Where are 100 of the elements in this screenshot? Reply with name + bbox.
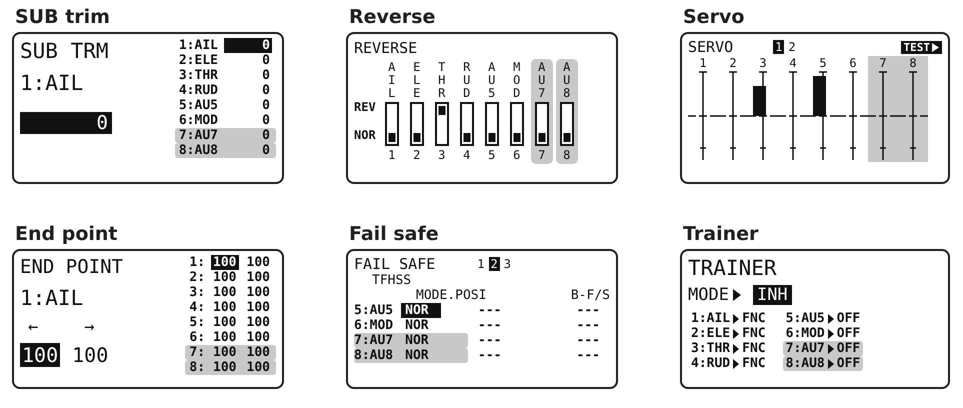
channel-value: OFF (836, 356, 860, 371)
channel-label: 8:AU8 (354, 348, 394, 363)
channel-row[interactable]: 3:THR 0 (174, 68, 276, 83)
channel-number: 8 (909, 56, 917, 70)
reverse-switch[interactable] (560, 102, 574, 146)
channel-value: 0 (261, 113, 271, 128)
channel-label: 1:AIL (691, 311, 730, 326)
mode-value[interactable]: NOR (401, 348, 441, 363)
channel-name: ELE (413, 61, 420, 100)
channel-row[interactable]: 4:RUD FNC (688, 356, 769, 371)
value-display: 100 (20, 343, 60, 367)
channel-value: 0 (261, 83, 271, 98)
channel-row[interactable]: 6:MOD 0 (174, 113, 276, 128)
section-heading: End point (14, 223, 118, 245)
mode-value[interactable]: INH (752, 285, 792, 305)
channel-value: 0 (261, 53, 271, 68)
channel-row[interactable]: 8: 100 100 (185, 360, 276, 375)
page-number[interactable]: 1 (773, 40, 784, 54)
channel-row[interactable]: 2:ELE FNC (688, 326, 769, 341)
channel-row[interactable]: 5: 100 100 (185, 315, 276, 330)
battery-failsafe-value: --- (576, 303, 600, 318)
play-icon (932, 42, 939, 52)
channel-label: 1:AIL (20, 70, 84, 96)
channel-label: 7:AU7 (786, 341, 825, 356)
channel-number: 7 (879, 56, 887, 70)
channel-value: 0 (261, 98, 271, 113)
channel-label: 5:AU5 (786, 311, 825, 326)
channel-value: 0 (261, 68, 271, 83)
channel-value: OFF (836, 326, 860, 341)
reverse-switch[interactable] (384, 102, 399, 146)
channel-value: 100 (212, 315, 238, 330)
channel-label: 7: (189, 345, 206, 360)
channel-value: 100 (211, 255, 239, 270)
channel-row[interactable]: 1: 100 100 (185, 255, 276, 270)
channel-label: 6: (189, 330, 206, 345)
reverse-switch[interactable] (410, 102, 424, 146)
reverse-switch[interactable] (534, 102, 549, 146)
channel-row[interactable]: 5:AU5 0 (174, 98, 276, 113)
nor-label: NOR (354, 128, 376, 142)
reverse-switch[interactable] (510, 102, 524, 146)
channel-value: FNC (742, 341, 766, 356)
channel-value: 100 (246, 345, 271, 360)
channel-row[interactable]: 2: 100 100 (185, 270, 276, 285)
channel-label: 4:RUD (691, 356, 730, 371)
position-value: --- (478, 333, 502, 348)
channel-row[interactable]: 8:AU8 OFF (782, 356, 864, 371)
page-number[interactable]: 1 (475, 257, 487, 271)
channel-label: 8:AU8 (178, 143, 218, 158)
channel-number: 3 (438, 148, 446, 162)
channel-label: 4:RUD (178, 83, 218, 98)
channel-row[interactable]: 3:THR FNC (688, 341, 769, 356)
channel-value: 0 (261, 143, 271, 158)
channel-label: 1:AIL (178, 38, 218, 53)
channel-value: 100 (246, 300, 271, 315)
reverse-switch[interactable] (434, 102, 449, 146)
channel-label: 3:THR (178, 68, 218, 83)
channel-row[interactable]: 7: 100 100 (185, 345, 276, 360)
channel-label: 6:MOD (178, 113, 218, 128)
channel-row[interactable]: 3: 100 100 (185, 285, 276, 300)
channel-row[interactable]: 5:AU5 OFF (782, 311, 864, 326)
channel-name: THR (438, 61, 446, 100)
channel-name: AU8 (563, 61, 570, 100)
mode-value[interactable]: NOR (401, 318, 441, 333)
channel-value: 100 (212, 345, 238, 360)
channel-label: 6:MOD (786, 326, 825, 341)
channel-value: OFF (836, 341, 860, 356)
page-number[interactable]: 3 (502, 257, 513, 271)
column-header: B-F/S (570, 288, 610, 303)
reverse-switch[interactable] (484, 102, 499, 146)
channel-row[interactable]: 6:MOD OFF (782, 326, 864, 341)
channel-number: 2 (413, 148, 420, 162)
channel-number: 7 (538, 148, 546, 162)
reverse-switch[interactable] (460, 102, 474, 146)
mode-value[interactable]: NOR (401, 303, 441, 318)
channel-row[interactable]: 4:RUD 0 (174, 83, 276, 98)
channel-name: AIL (388, 61, 396, 100)
channel-name: MOD (513, 61, 520, 100)
channel-label: 5: (189, 315, 206, 330)
section-heading: Trainer (682, 223, 758, 245)
channel-row[interactable]: 7:AU7 0 (174, 128, 276, 143)
screen-subtitle: TFHSS (371, 273, 412, 288)
channel-value: 0 (261, 128, 271, 143)
channel-value: FNC (742, 356, 766, 371)
column-header: MODE.POSI (416, 288, 486, 303)
mode-value[interactable]: NOR (401, 333, 441, 348)
channel-row[interactable]: 6: 100 100 (185, 330, 276, 345)
channel-number: 1 (388, 148, 396, 162)
channel-number: 6 (849, 56, 857, 70)
channel-name: RUD (463, 61, 470, 100)
channel-row[interactable]: 7:AU7 OFF (782, 341, 864, 356)
page-number[interactable]: 2 (488, 257, 500, 271)
test-button[interactable]: TEST (900, 40, 942, 54)
channel-row[interactable]: 1:AIL 0 (174, 38, 276, 53)
channel-row[interactable]: 2:ELE 0 (174, 53, 276, 68)
channel-label: 2: (189, 270, 206, 285)
channel-row[interactable]: 1:AIL FNC (688, 311, 769, 326)
channel-row[interactable]: 4: 100 100 (185, 300, 276, 315)
channel-row[interactable]: 8:AU8 0 (174, 143, 276, 158)
page-number[interactable]: 2 (786, 40, 798, 54)
channel-value: 100 (246, 360, 271, 375)
